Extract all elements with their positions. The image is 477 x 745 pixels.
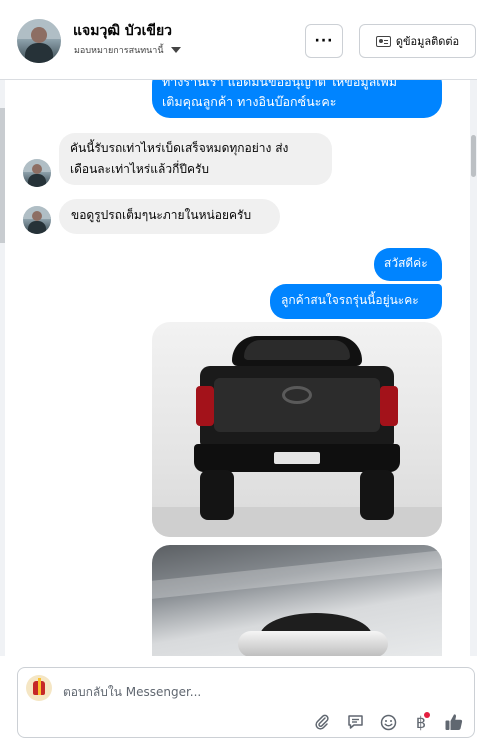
scrollbar[interactable]: [470, 80, 477, 656]
message-line: คันนี้รับรถเท่าไหร่เบ็ดเสร็จหมดทุกอย่าง …: [70, 141, 289, 155]
conversation-header: แจมวุฒิ บัวเขียว มอบหมายการสนทนานี้ ··· …: [0, 0, 477, 80]
message-line: สวัสดีค่ะ: [384, 256, 428, 270]
message-bubble-incoming[interactable]: ขอดูรูปรถเต็มๆนะภายในหน่อยครับ: [59, 199, 280, 234]
message-bubble-outgoing[interactable]: ทางร้านเรา แอดมินขออนุญาต ให้ข้อมูลเพิ่ม…: [152, 80, 442, 118]
composer-area: ตอบกลับใน Messenger... ฿: [0, 656, 477, 745]
message-bubble-outgoing[interactable]: สวัสดีค่ะ: [374, 248, 442, 281]
notification-dot: [424, 712, 430, 718]
sender-avatar[interactable]: [23, 206, 51, 234]
gift-icon: [33, 678, 45, 695]
contact-card-icon: [375, 35, 391, 47]
saved-reply-icon[interactable]: [345, 712, 365, 732]
contact-name[interactable]: แจมวุฒิ บัวเขียว: [73, 20, 172, 42]
message-line: ลูกค้าสนใจรถรุ่นนี้อยู่นะคะ: [281, 293, 419, 307]
message-line: เดือนละเท่าไหร่แล้วกี่ปีครับ: [70, 162, 210, 176]
message-bubble-outgoing[interactable]: ลูกค้าสนใจรถรุ่นนี้อยู่นะคะ: [270, 284, 442, 319]
photo-attachment-door-handle[interactable]: [152, 545, 442, 656]
page-avatar: [26, 675, 52, 701]
baht-payment-icon[interactable]: ฿: [411, 712, 431, 732]
assign-conversation-dropdown[interactable]: มอบหมายการสนทนานี้: [74, 43, 181, 57]
message-bubble-incoming[interactable]: คันนี้รับรถเท่าไหร่เบ็ดเสร็จหมดทุกอย่าง …: [59, 133, 332, 185]
thumbs-up-icon[interactable]: [444, 712, 464, 732]
contact-avatar[interactable]: [17, 19, 61, 63]
reply-input[interactable]: ตอบกลับใน Messenger...: [63, 683, 201, 702]
left-panel-edge: [0, 80, 5, 656]
photo-attachment-truck[interactable]: [152, 322, 442, 537]
paperclip-icon[interactable]: [312, 712, 332, 732]
sender-avatar[interactable]: [23, 159, 51, 187]
reply-box[interactable]: ตอบกลับใน Messenger... ฿: [17, 667, 475, 738]
caret-down-icon: [170, 47, 181, 53]
emoji-icon[interactable]: [378, 712, 398, 732]
view-contact-info-label: ดูข้อมูลติดต่อ: [395, 35, 460, 48]
message-line: ขอดูรูปรถเต็มๆนะภายในหน่อยครับ: [71, 208, 252, 222]
scrollbar-thumb[interactable]: [471, 135, 476, 177]
message-line: ทางร้านเรา แอดมินขออนุญาต ให้ข้อมูลเพิ่ม: [162, 80, 397, 89]
view-contact-info-button[interactable]: ดูข้อมูลติดต่อ: [359, 24, 476, 58]
assign-conversation-label: มอบหมายการสนทนานี้: [74, 46, 164, 56]
message-line: เติมคุณลูกค้า ทางอินบ๊อกซ์นะคะ: [162, 94, 337, 109]
message-thread[interactable]: ทางร้านเรา แอดมินขออนุญาต ให้ข้อมูลเพิ่ม…: [0, 80, 477, 656]
composer-actions: ฿: [312, 711, 464, 733]
more-options-button[interactable]: ···: [305, 24, 343, 58]
